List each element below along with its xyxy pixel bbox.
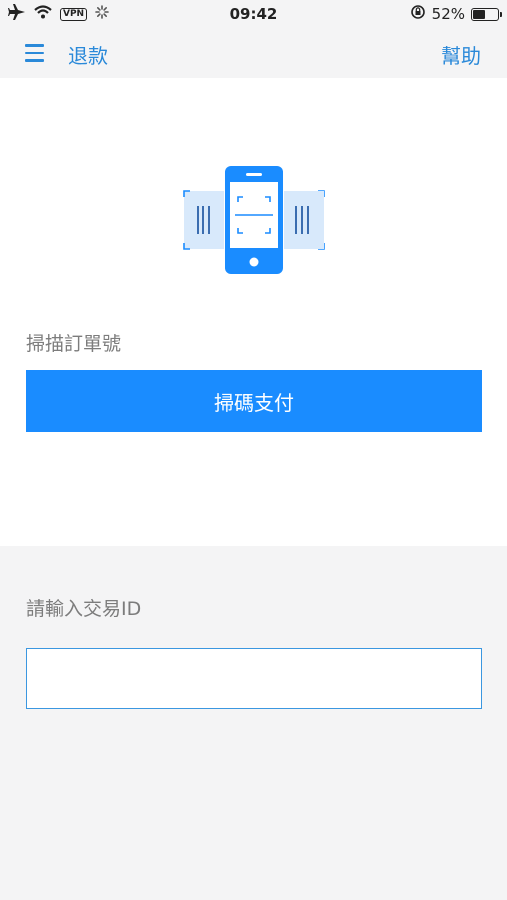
status-bar: VPN 09:42 52% — [0, 0, 507, 28]
status-right-icons: 52% — [410, 4, 502, 24]
scan-pay-button[interactable]: 掃碼支付 — [26, 370, 482, 432]
scan-phone-illustration-icon — [180, 166, 328, 276]
scan-section: 掃描訂單號 掃碼支付 — [0, 78, 507, 546]
transaction-id-input[interactable] — [26, 648, 482, 709]
nav-bar: 退款 幫助 — [0, 28, 507, 78]
battery-icon — [471, 7, 502, 21]
battery-level-fill — [473, 9, 485, 19]
scan-order-label: 掃描訂單號 — [26, 333, 122, 355]
page-title: 退款 — [68, 44, 108, 68]
rotation-lock-icon — [410, 4, 426, 24]
hamburger-menu-icon[interactable] — [25, 44, 44, 62]
battery-percent: 52% — [431, 5, 465, 23]
help-link[interactable]: 幫助 — [441, 40, 481, 69]
transaction-id-label: 請輸入交易ID — [26, 598, 142, 620]
